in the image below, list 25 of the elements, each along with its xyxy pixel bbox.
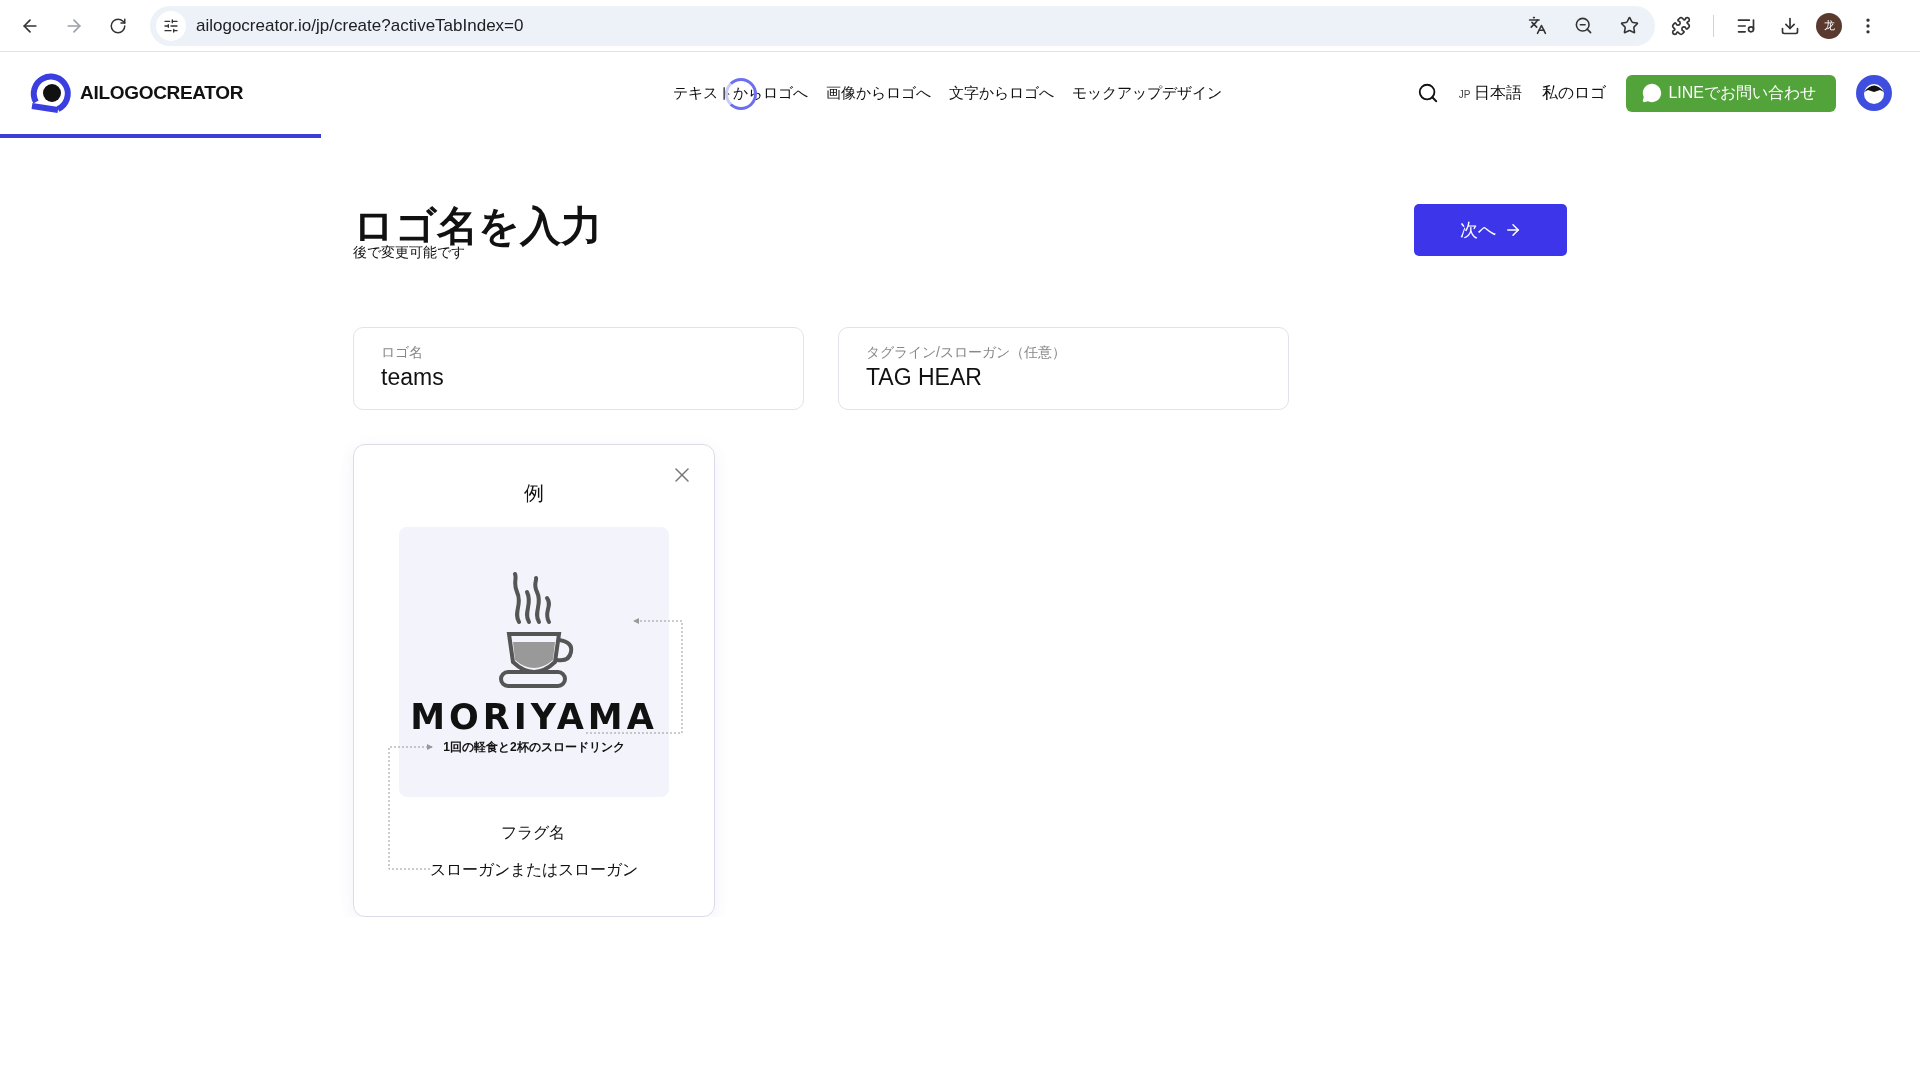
profile-avatar[interactable]: 龙: [1816, 12, 1842, 39]
field-label: タグライン/スローガン（任意）: [866, 344, 1067, 363]
brand-name: AILOGOCREATOR: [80, 82, 244, 104]
card-title: 例: [524, 481, 544, 507]
search-icon[interactable]: [1416, 82, 1439, 104]
input-field[interactable]: TAG HEAR: [866, 364, 1261, 392]
logo-slogan: 1回の軽食と2杯のスロードリンク: [443, 739, 625, 757]
nav-link[interactable]: モックアップデザイン: [1072, 83, 1222, 103]
input-field[interactable]: teams: [381, 364, 776, 392]
user-avatar[interactable]: [1856, 75, 1892, 111]
nav-link[interactable]: 画像からロゴへ: [826, 83, 931, 103]
logo-name: MORIYAMA: [410, 700, 658, 736]
field-label: ロゴ名: [381, 344, 424, 363]
nav-link[interactable]: 文字からロゴへ: [949, 83, 1054, 103]
language-selector[interactable]: JP 日本語: [1458, 82, 1523, 104]
text-field[interactable]: ロゴ名 teams: [353, 327, 804, 411]
next-button[interactable]: 次へ: [1414, 204, 1567, 256]
name-caption: フラグ名: [501, 823, 565, 844]
reload-icon[interactable]: [109, 16, 127, 35]
chat-bubble-icon: [1642, 83, 1663, 103]
slogan-caption: スローガンまたはスローガン: [430, 860, 638, 881]
site-settings-icon[interactable]: [156, 10, 186, 41]
text-field[interactable]: タグライン/スローガン（任意） TAG HEAR: [838, 327, 1289, 411]
address-bar[interactable]: ailogocreator.io/jp/create?activeTabIndex=0: [150, 5, 1655, 46]
my-logos-link[interactable]: 私のロゴ: [1542, 82, 1607, 104]
